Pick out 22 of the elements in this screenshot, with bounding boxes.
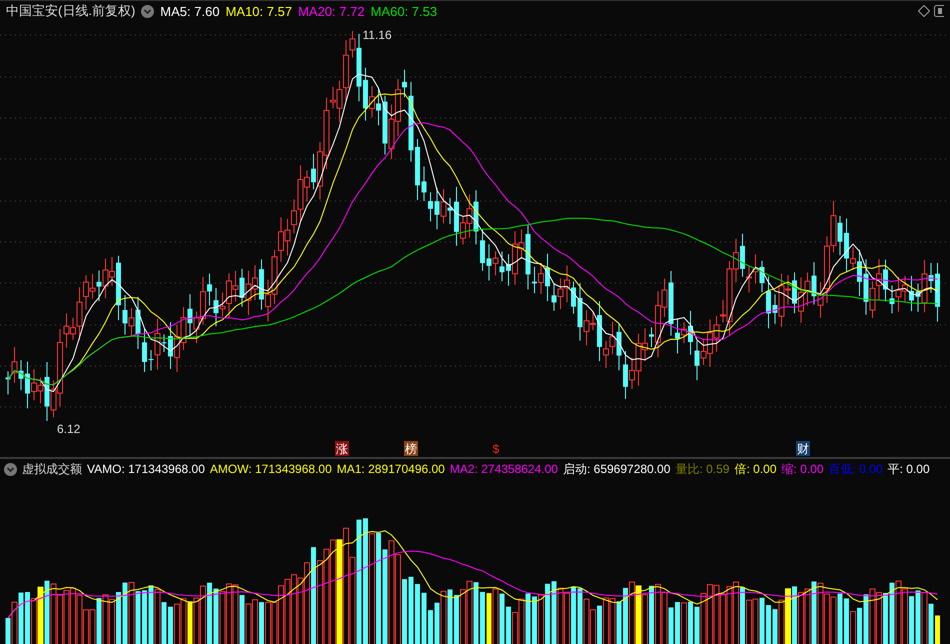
indicator-reading: MA1: 289170496.00 (336, 462, 445, 476)
ma-reading: MA5: 7.60 (160, 4, 220, 18)
indicator-reading: VAMO: 171343968.00 (87, 462, 205, 476)
indicator-reading: 百低: 0.00 (828, 460, 883, 478)
high-price-label: 11.16 (362, 28, 392, 42)
indicator-reading: 平: 0.00 (888, 460, 930, 478)
ma-reading: MA20: 7.72 (298, 4, 365, 18)
indicator-reading: AMOW: 171343968.00 (210, 462, 332, 476)
ma-reading: MA60: 7.53 (370, 4, 438, 18)
indicator-reading: 启动: 659697280.00 (562, 460, 670, 478)
indicator-reading: MA2: 274358624.00 (450, 462, 558, 476)
ma-reading: MA10: 7.57 (226, 4, 292, 18)
indicator-reading: 缩: 0.00 (782, 460, 824, 478)
event-marker[interactable]: 涨 (335, 441, 349, 456)
chart-title: 中国宝安(日线.前复权) (6, 2, 136, 20)
event-marker[interactable]: 财 (796, 441, 810, 456)
event-marker[interactable]: 榜 (404, 441, 418, 456)
indicator-reading: 倍: 0.00 (734, 460, 776, 478)
indicator-name: 虚拟成交额 (22, 460, 82, 478)
event-marker[interactable]: $ (489, 441, 503, 456)
indicator-reading: 量比: 0.59 (675, 460, 730, 478)
low-price-label: 6.12 (57, 422, 80, 436)
